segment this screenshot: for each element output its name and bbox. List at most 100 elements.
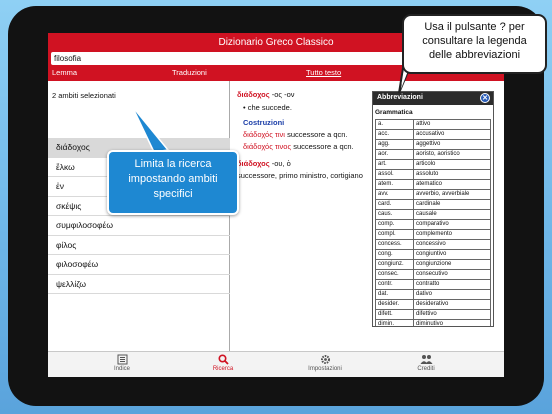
table-row: congiunz. congiunzione (375, 259, 491, 270)
table-row: difett. difettivo (375, 309, 491, 320)
entry-headword: διάδοχος (237, 90, 270, 99)
abbreviations-panel: Abbreviazioni ✕ Grammatica a. attivo acc. a… (372, 91, 494, 327)
tabbar-label: Impostazioni (308, 366, 342, 372)
abbreviation-key: contr. (375, 279, 414, 290)
costruzioni-label: Costruzioni (243, 118, 285, 127)
callout-pointer (131, 106, 170, 153)
construction-greek: διάδοχός τινος (243, 142, 292, 151)
abbreviation-meaning: diminutivo (413, 319, 491, 326)
tab-lemma[interactable]: Lemma (52, 68, 77, 77)
abbreviation-key: dimin. (375, 319, 414, 326)
construction-translation: successore a qcn. (287, 130, 348, 139)
entry-inflection: -ος -ον (271, 90, 295, 99)
construction-1: διάδοχός τινι successore a qcn. (243, 130, 348, 139)
table-row: comp. comparativo (375, 219, 491, 230)
abbreviation-meaning: causale (413, 209, 491, 220)
search-icon (217, 354, 229, 365)
callout-line: delle abbreviazioni (428, 49, 521, 61)
abbreviation-meaning: cardinale (413, 199, 491, 210)
abbreviation-meaning: contratto (413, 279, 491, 290)
tabbar-impostazioni[interactable]: Impostazioni (295, 354, 355, 372)
table-row: acc. accusativo (375, 129, 491, 140)
abbreviation-meaning: aoristo, aoristico (413, 149, 491, 160)
table-row: avv. avverbio, avverbiale (375, 189, 491, 200)
abbreviation-key: cong. (375, 249, 414, 260)
abbreviation-key: acc. (375, 129, 414, 140)
abbreviation-key: agg. (375, 139, 414, 150)
callout-line: Limita la ricerca (134, 158, 212, 170)
table-row: caus. causale (375, 209, 491, 220)
abbreviation-meaning: avverbio, avverbiale (413, 189, 491, 200)
abbreviations-header: Abbreviazioni ✕ (373, 92, 493, 105)
abbreviation-key: assol. (375, 169, 414, 180)
tabbar-label: Crediti (417, 366, 435, 372)
abbreviation-key: comp. (375, 219, 414, 230)
abbreviation-key: aor. (375, 149, 414, 160)
abbreviation-meaning: desiderativo (413, 299, 491, 310)
abbreviation-key: compl. (375, 229, 414, 240)
tabbar-crediti[interactable]: Crediti (396, 354, 456, 372)
table-row: a. attivo (375, 119, 491, 130)
abbreviation-key: desider. (375, 299, 414, 310)
tabbar-ricerca[interactable]: Ricerca (193, 354, 253, 372)
callout-line: consultare la legenda (422, 35, 527, 47)
people-icon (420, 355, 432, 364)
list-item[interactable]: συμφιλοσοφέω (48, 216, 230, 236)
list-item[interactable]: φίλος (48, 236, 230, 255)
ambiti-selector[interactable]: 2 ambiti selezionati (52, 91, 116, 100)
abbreviation-meaning: consecutivo (413, 269, 491, 280)
noun-inflection: -ου, ὁ (271, 159, 291, 168)
abbreviation-key: dat. (375, 289, 414, 300)
noun-headline: διάδοχος -ου, ὁ (237, 159, 291, 168)
table-row: art. articolo (375, 159, 491, 170)
callout-line: Usa il pulsante ? per (424, 21, 525, 33)
abbreviation-meaning: comparativo (413, 219, 491, 230)
table-row: card. cardinale (375, 199, 491, 210)
abbreviation-meaning: aggettivo (413, 139, 491, 150)
table-row: agg. aggettivo (375, 139, 491, 150)
abbreviation-meaning: attivo (413, 119, 491, 130)
abbreviation-meaning: articolo (413, 159, 491, 170)
abbreviation-meaning: accusativo (413, 129, 491, 140)
abbreviation-meaning: atematico (413, 179, 491, 190)
abbreviation-meaning: assoluto (413, 169, 491, 180)
abbreviation-key: consec. (375, 269, 414, 280)
table-row: atem. atematico (375, 179, 491, 190)
noun-headword: διάδοχος (237, 159, 270, 168)
entry-bullet: • che succede. (243, 103, 292, 112)
abbreviation-key: concess. (375, 239, 414, 250)
tab-traduzioni[interactable]: Traduzioni (172, 68, 207, 77)
abbreviation-key: art. (375, 159, 414, 170)
tabbar-indice[interactable]: Indice (92, 354, 152, 372)
abbreviation-meaning: complemento (413, 229, 491, 240)
noun-meaning: successore, primo ministro, cortigiano (237, 171, 363, 180)
abbreviation-key: card. (375, 199, 414, 210)
table-row: dat. dativo (375, 289, 491, 300)
abbreviation-meaning: congiunzione (413, 259, 491, 270)
abbreviations-table: a. attivo acc. accusativo agg. aggettivo aor. a… (375, 119, 491, 326)
abbreviations-section: Grammatica (375, 109, 413, 116)
table-row: consec. consecutivo (375, 269, 491, 280)
tabbar-label: Ricerca (212, 366, 234, 372)
table-row: contr. contratto (375, 279, 491, 290)
abbreviation-key: congiunz. (375, 259, 414, 270)
help-callout: Usa il pulsante ? per consultare la lege… (402, 14, 547, 74)
construction-greek: διάδοχός τινι (243, 130, 285, 139)
construction-2: διάδοχός τινος successore a qcn. (243, 142, 354, 151)
table-row: aor. aoristo, aoristico (375, 149, 491, 160)
abbreviation-key: difett. (375, 309, 414, 320)
abbreviation-key: a. (375, 119, 414, 130)
table-row: desider. desiderativo (375, 299, 491, 310)
abbreviation-key: avv. (375, 189, 414, 200)
list-item[interactable]: ψελλίζω (48, 275, 230, 294)
tab-tutto-testo[interactable]: Tutto testo (306, 68, 341, 77)
close-icon[interactable]: ✕ (480, 93, 490, 103)
abbreviation-key: atem. (375, 179, 414, 190)
abbreviation-meaning: dativo (413, 289, 491, 300)
list-item[interactable]: φιλοσοφέω (48, 255, 230, 275)
table-row: dimin. diminutivo (375, 319, 491, 326)
bottom-tabbar: Indice Ricerca Impostazioni Crediti (48, 351, 504, 377)
abbreviation-meaning: difettivo (413, 309, 491, 320)
callout-line: specifici (153, 188, 193, 200)
abbreviations-title: Abbreviazioni (377, 94, 423, 101)
